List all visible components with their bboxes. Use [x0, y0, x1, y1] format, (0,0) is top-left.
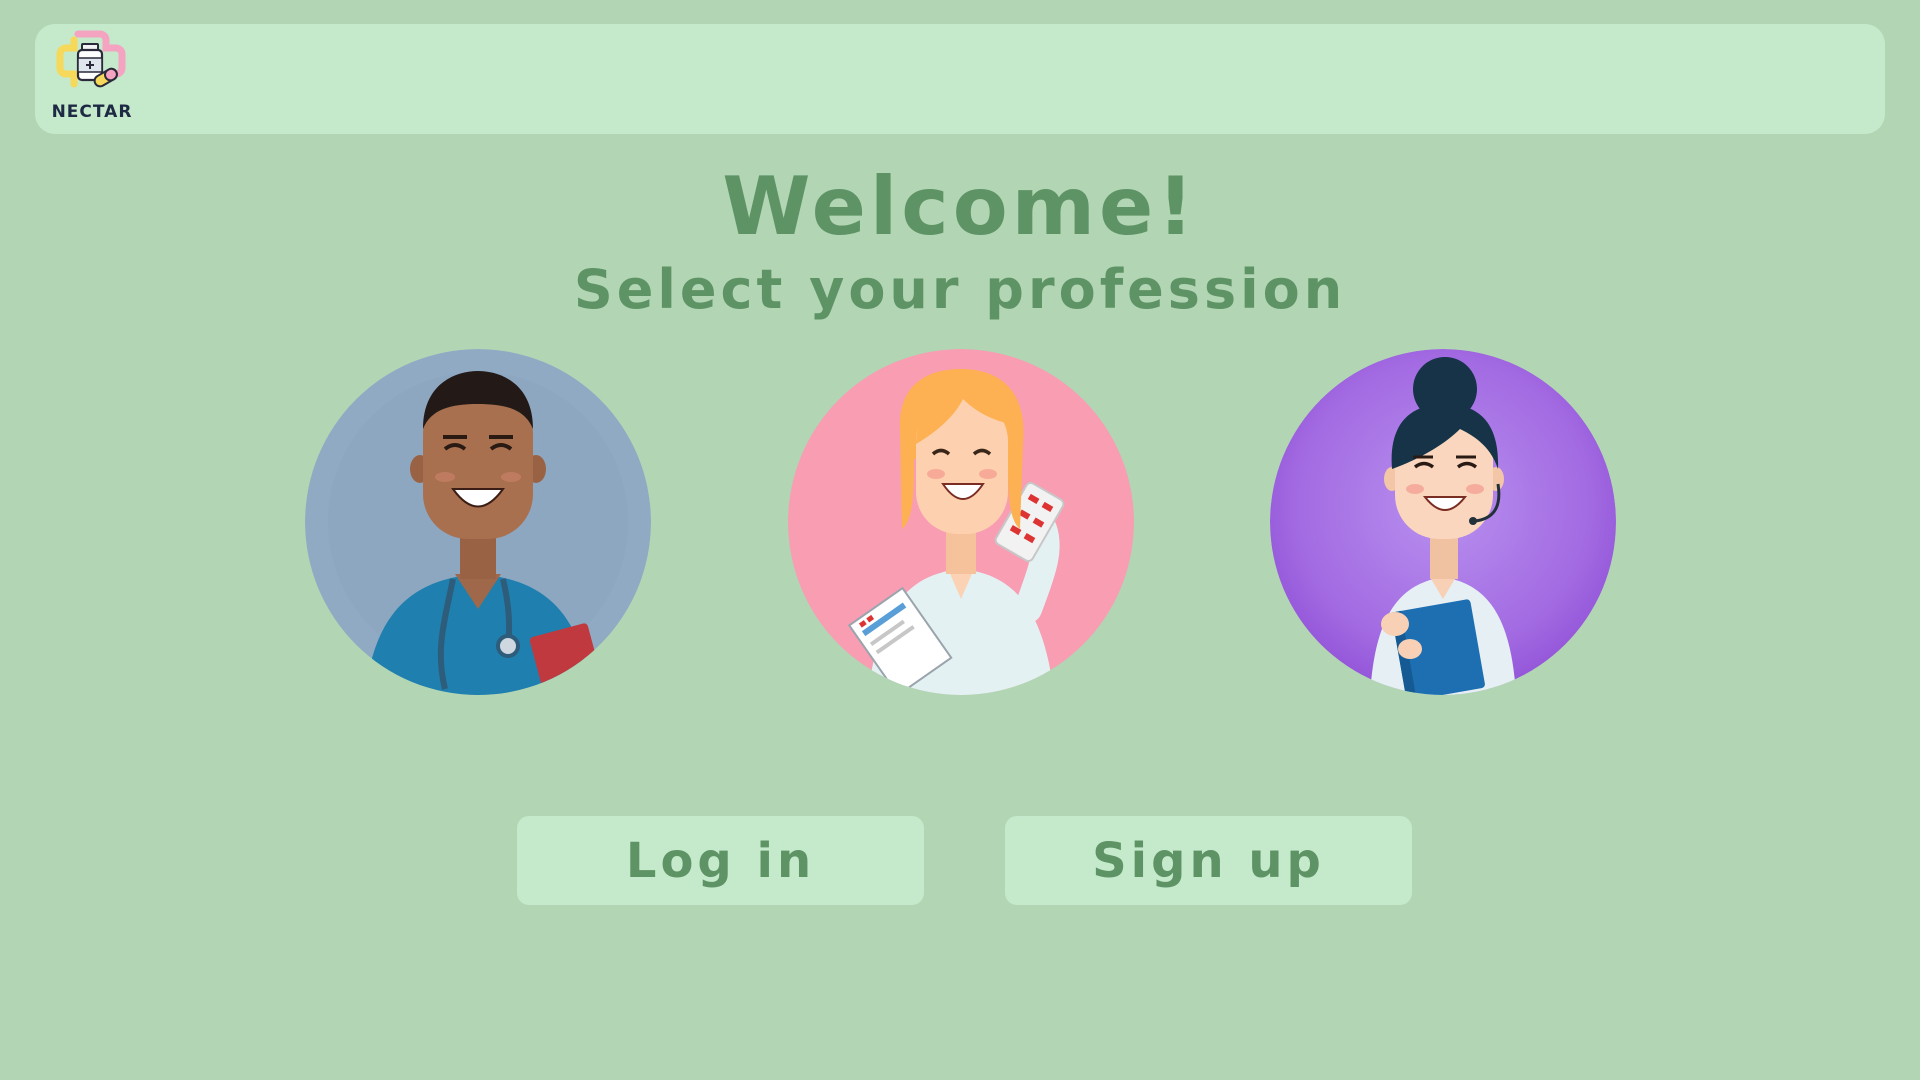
page: NECTAR Welcome! Select your profession L… — [0, 0, 1920, 1080]
logo-text: NECTAR — [51, 102, 133, 122]
receptionist-avatar-icon — [1270, 349, 1616, 695]
welcome-heading: Welcome! — [722, 160, 1198, 253]
login-button[interactable]: Log in — [517, 816, 924, 905]
profession-doctor[interactable] — [305, 349, 651, 695]
signup-button[interactable]: Sign up — [1005, 816, 1412, 905]
profession-pharmacist[interactable] — [788, 349, 1134, 695]
pharmacist-avatar-icon — [788, 349, 1134, 695]
medicine-bottle-icon — [56, 30, 126, 88]
top-header-bar: NECTAR — [35, 24, 1885, 134]
nectar-logo[interactable]: NECTAR — [50, 30, 134, 128]
select-profession-subtitle: Select your profession — [573, 258, 1347, 321]
profession-receptionist[interactable] — [1270, 349, 1616, 695]
doctor-avatar-icon — [305, 349, 651, 695]
